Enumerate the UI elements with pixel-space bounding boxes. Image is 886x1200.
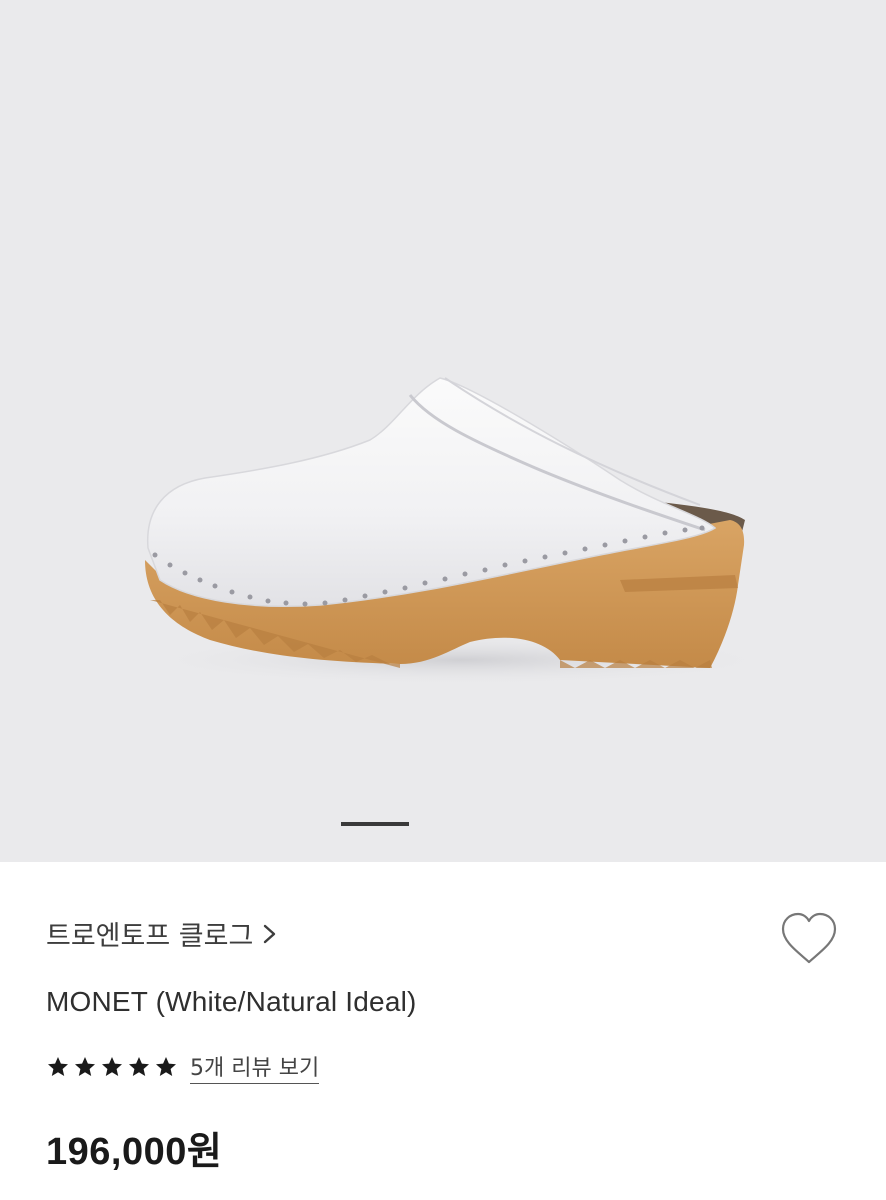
product-price: 196,000원 <box>46 1131 223 1173</box>
product-name: MONET (White/Natural Ideal) <box>46 986 417 1017</box>
star-icon <box>156 1057 176 1076</box>
star-rating <box>46 1055 178 1079</box>
star-icon <box>48 1057 68 1076</box>
wishlist-button[interactable] <box>778 910 840 968</box>
product-image-gallery[interactable] <box>0 0 886 862</box>
shoe-image <box>130 377 790 686</box>
heart-icon <box>781 912 837 964</box>
star-icon <box>75 1057 95 1076</box>
chevron-right-icon <box>264 924 276 943</box>
review-link[interactable]: 5개 리뷰 보기 <box>190 1050 320 1084</box>
brand-link[interactable]: 트로엔토프 클로그 <box>46 914 281 953</box>
product-info: 트로엔토프 클로그 MONET (White/Natural Ideal) 5개… <box>0 862 886 1200</box>
star-icon <box>102 1057 122 1076</box>
slide-indicator[interactable] <box>341 822 409 826</box>
star-icon <box>129 1057 149 1076</box>
brand-label: 트로엔토프 클로그 <box>46 921 254 952</box>
rating-row: 5개 리뷰 보기 <box>46 1050 320 1084</box>
